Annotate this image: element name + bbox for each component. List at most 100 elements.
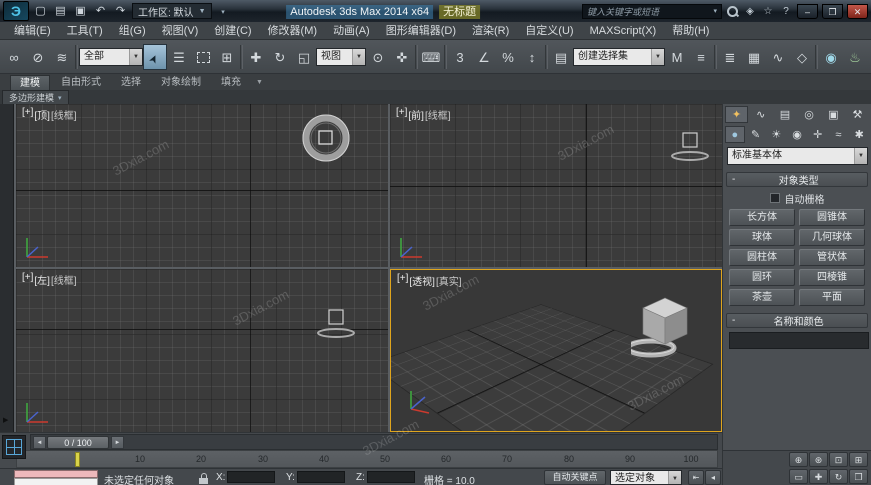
category-cameras-button[interactable]: ◉ <box>787 126 807 143</box>
workspace-expand-button[interactable]: ▾ <box>215 3 232 19</box>
primitive-plane-button[interactable]: 平面 <box>799 289 865 306</box>
previous-frame-button[interactable]: ◂ <box>705 470 721 485</box>
category-helpers-button[interactable]: ✛ <box>808 126 828 143</box>
viewport-front[interactable]: [+] [前] [线框] <box>390 104 722 267</box>
viewport-menu-pov[interactable]: [顶] <box>34 107 50 122</box>
viewport-top[interactable]: [+] [顶] [线框] <box>16 104 388 267</box>
category-space-warps-button[interactable]: ≈ <box>829 126 849 143</box>
zoom-all-button[interactable]: ⊛ <box>809 452 828 467</box>
zoom-extents-button[interactable]: ⊡ <box>829 452 848 467</box>
select-and-rotate-button[interactable]: ↻ <box>268 44 292 70</box>
menu-item-group[interactable]: 组(G) <box>111 22 154 40</box>
viewport-left[interactable]: [+] [左] [线框] <box>16 269 388 432</box>
viewport-menu-shading[interactable]: [线框] <box>51 272 77 287</box>
object-category-dropdown[interactable]: 标准基本体 ▼ <box>727 147 868 165</box>
reference-coordinate-dropdown[interactable]: 视图 ▼ <box>316 48 366 66</box>
viewport-perspective[interactable]: [+] [透视] [真实] <box>390 269 722 432</box>
window-crossing-button[interactable]: ⊞ <box>215 44 239 70</box>
menu-item-rendering[interactable]: 渲染(R) <box>464 22 517 40</box>
orbit-button[interactable]: ↻ <box>829 469 848 484</box>
tab-modify[interactable]: ∿ <box>749 106 772 123</box>
maxscript-mini-listener-macro[interactable] <box>14 470 98 478</box>
edit-named-sets-button[interactable]: ▤ <box>549 44 573 70</box>
viewport-menu-pov[interactable]: [左] <box>34 272 50 287</box>
tab-hierarchy[interactable]: ▤ <box>773 106 796 123</box>
ribbon-tab-populate[interactable]: 填充 <box>212 75 250 90</box>
menu-item-maxscript[interactable]: MAXScript(X) <box>582 22 665 40</box>
category-systems-button[interactable]: ✱ <box>849 126 869 143</box>
category-geometry-button[interactable]: ● <box>725 126 745 143</box>
keyboard-override-button[interactable]: ⌨ <box>419 44 443 70</box>
tab-motion[interactable]: ◎ <box>798 106 821 123</box>
primitive-sphere-button[interactable]: 球体 <box>729 229 795 246</box>
menu-item-help[interactable]: 帮助(H) <box>664 22 717 40</box>
ribbon-collapse-icon[interactable]: ▼ <box>252 75 267 90</box>
layer-manager-button[interactable]: ≣ <box>718 44 742 70</box>
pan-button[interactable]: ✚ <box>809 469 828 484</box>
primitive-pyramid-button[interactable]: 四棱锥 <box>799 269 865 286</box>
viewport-menu-general[interactable]: [+] <box>22 272 33 287</box>
select-and-move-button[interactable]: ✚ <box>244 44 268 70</box>
ribbon-tab-selection[interactable]: 选择 <box>112 75 150 90</box>
use-pivot-center-button[interactable]: ⊙ <box>366 44 390 70</box>
scene-objects-front-view[interactable] <box>668 130 720 168</box>
zoom-region-button[interactable]: ▭ <box>789 469 808 484</box>
polygon-modeling-panel[interactable]: 多边形建模 ▾ <box>2 90 69 104</box>
menu-item-edit[interactable]: 编辑(E) <box>6 22 59 40</box>
communication-center-icon[interactable]: ◈ <box>743 6 757 17</box>
menu-item-graph-editors[interactable]: 图形编辑器(D) <box>378 22 464 40</box>
named-sets-dropdown[interactable]: 创建选择集 ▼ <box>573 48 665 66</box>
ribbon-tab-freeform[interactable]: 自由形式 <box>52 75 110 90</box>
menu-item-tools[interactable]: 工具(T) <box>59 22 111 40</box>
x-coordinate-field[interactable] <box>227 471 275 483</box>
primitive-box-button[interactable]: 长方体 <box>729 209 795 226</box>
auto-key-button[interactable]: 自动关键点 <box>544 470 606 485</box>
selected-objects-dropdown[interactable]: 选定对象 ▼ <box>610 470 682 485</box>
spinner-snap-button[interactable]: ↕ <box>520 44 544 70</box>
autogrid-checkbox[interactable] <box>770 193 780 203</box>
ribbon-tab-object-paint[interactable]: 对象绘制 <box>152 75 210 90</box>
mirror-button[interactable]: M <box>665 44 689 70</box>
go-to-start-button[interactable]: ⇤ <box>688 470 704 485</box>
time-slider-track[interactable]: ◄ 0 / 100 ► <box>30 434 718 450</box>
select-by-name-button[interactable]: ☰ <box>167 44 191 70</box>
viewport-layout-tab-bar[interactable]: ▶ <box>0 104 14 432</box>
viewport-menu-general[interactable]: [+] <box>22 107 33 122</box>
maximize-button[interactable]: ❐ <box>822 4 843 19</box>
select-and-scale-button[interactable]: ◱ <box>292 44 316 70</box>
undo-button[interactable]: ↶ <box>92 3 109 19</box>
curve-editor-button[interactable]: ∿ <box>766 44 790 70</box>
open-file-button[interactable]: ▤ <box>52 3 69 19</box>
tab-display[interactable]: ▣ <box>822 106 845 123</box>
layout-flyout-arrow-icon[interactable]: ▶ <box>3 416 8 424</box>
workspace-dropdown[interactable]: 工作区: 默认 ▼ <box>132 3 212 19</box>
viewport-menu-shading[interactable]: [真实] <box>436 273 462 288</box>
menu-item-animation[interactable]: 动画(A) <box>325 22 378 40</box>
tab-utilities[interactable]: ⚒ <box>846 106 869 123</box>
material-editor-button[interactable]: ◉ <box>819 44 843 70</box>
z-coordinate-field[interactable] <box>367 471 415 483</box>
viewport-menu-shading[interactable]: [线框] <box>51 107 77 122</box>
viewport-menu-general[interactable]: [+] <box>396 107 407 122</box>
selection-lock-button[interactable] <box>198 473 210 484</box>
save-file-button[interactable]: ▣ <box>72 3 89 19</box>
primitive-geosphere-button[interactable]: 几何球体 <box>799 229 865 246</box>
percent-snap-button[interactable]: % <box>496 44 520 70</box>
ribbon-tab-modeling[interactable]: 建模 <box>10 75 50 90</box>
rendered-frame-window-button[interactable]: ▭ <box>867 44 871 70</box>
help-icon[interactable]: ? <box>779 6 793 17</box>
viewport-menu-pov[interactable]: [透视] <box>409 273 435 288</box>
category-lights-button[interactable]: ☀ <box>766 126 786 143</box>
snaps-toggle-button[interactable]: 3 <box>448 44 472 70</box>
unlink-selection-button[interactable]: ⊘ <box>26 44 50 70</box>
object-name-field[interactable] <box>729 332 869 349</box>
maximize-viewport-button[interactable]: ❒ <box>849 469 868 484</box>
scene-objects-perspective[interactable] <box>631 292 721 370</box>
primitive-torus-button[interactable]: 圆环 <box>729 269 795 286</box>
previous-frame-nudge-button[interactable]: ◄ <box>33 436 46 449</box>
menu-item-views[interactable]: 视图(V) <box>154 22 207 40</box>
schematic-view-button[interactable]: ◇ <box>790 44 814 70</box>
search-icon[interactable] <box>726 5 739 18</box>
y-coordinate-field[interactable] <box>297 471 345 483</box>
menu-item-customize[interactable]: 自定义(U) <box>517 22 581 40</box>
